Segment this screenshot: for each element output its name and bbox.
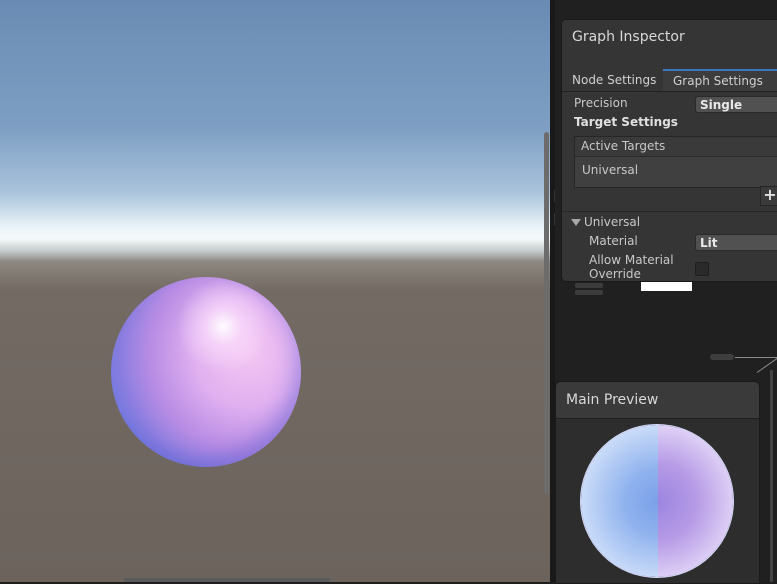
target-item-universal[interactable]: Universal (582, 163, 638, 177)
scene-view[interactable] (0, 0, 550, 582)
precision-dropdown[interactable]: Single (695, 96, 777, 113)
material-label: Material (589, 234, 638, 248)
scene-sphere[interactable] (111, 277, 301, 467)
preview-title: Main Preview (566, 392, 659, 408)
allow-override-label: Allow Material (589, 253, 674, 267)
precision-label: Precision (574, 96, 628, 110)
scene-horizontal-scrollbar[interactable] (124, 578, 330, 582)
preview-sphere[interactable] (580, 424, 734, 578)
preview-sphere-left-half (581, 425, 658, 577)
material-dropdown[interactable]: Lit (695, 234, 777, 251)
preview-title-bar[interactable]: Main Preview (556, 382, 759, 419)
graph-node-port[interactable] (710, 354, 734, 360)
section-separator (562, 211, 777, 212)
color-swatch[interactable] (641, 281, 692, 291)
tab-separator (562, 91, 777, 92)
tab-graph-settings[interactable]: Graph Settings (663, 69, 777, 92)
main-preview: Main Preview (555, 381, 760, 584)
active-targets-header: Active Targets (575, 137, 777, 157)
preview-viewport[interactable] (556, 419, 759, 583)
graph-node-port[interactable] (575, 283, 603, 288)
active-targets-label: Active Targets (581, 139, 666, 153)
graph-scrollbar[interactable] (770, 370, 773, 582)
target-settings-heading: Target Settings (574, 115, 678, 129)
allow-override-checkbox[interactable] (695, 262, 709, 276)
allow-override-label-line2: Override (589, 267, 641, 281)
graph-node-port[interactable] (575, 290, 603, 295)
scene-vertical-scrollbar[interactable] (544, 132, 549, 494)
inspector-title: Graph Inspector (572, 29, 685, 45)
graph-inspector: Graph Inspector Node Settings Graph Sett… (561, 19, 777, 282)
active-targets-list: Active Targets Universal (574, 136, 777, 188)
add-target-button[interactable]: + (760, 186, 777, 206)
foldout-arrow-icon[interactable] (571, 219, 581, 226)
graph-edge (735, 357, 777, 358)
tab-node-settings[interactable]: Node Settings (562, 70, 671, 91)
preview-sphere-right-half (658, 425, 733, 577)
universal-section-title[interactable]: Universal (584, 215, 640, 229)
